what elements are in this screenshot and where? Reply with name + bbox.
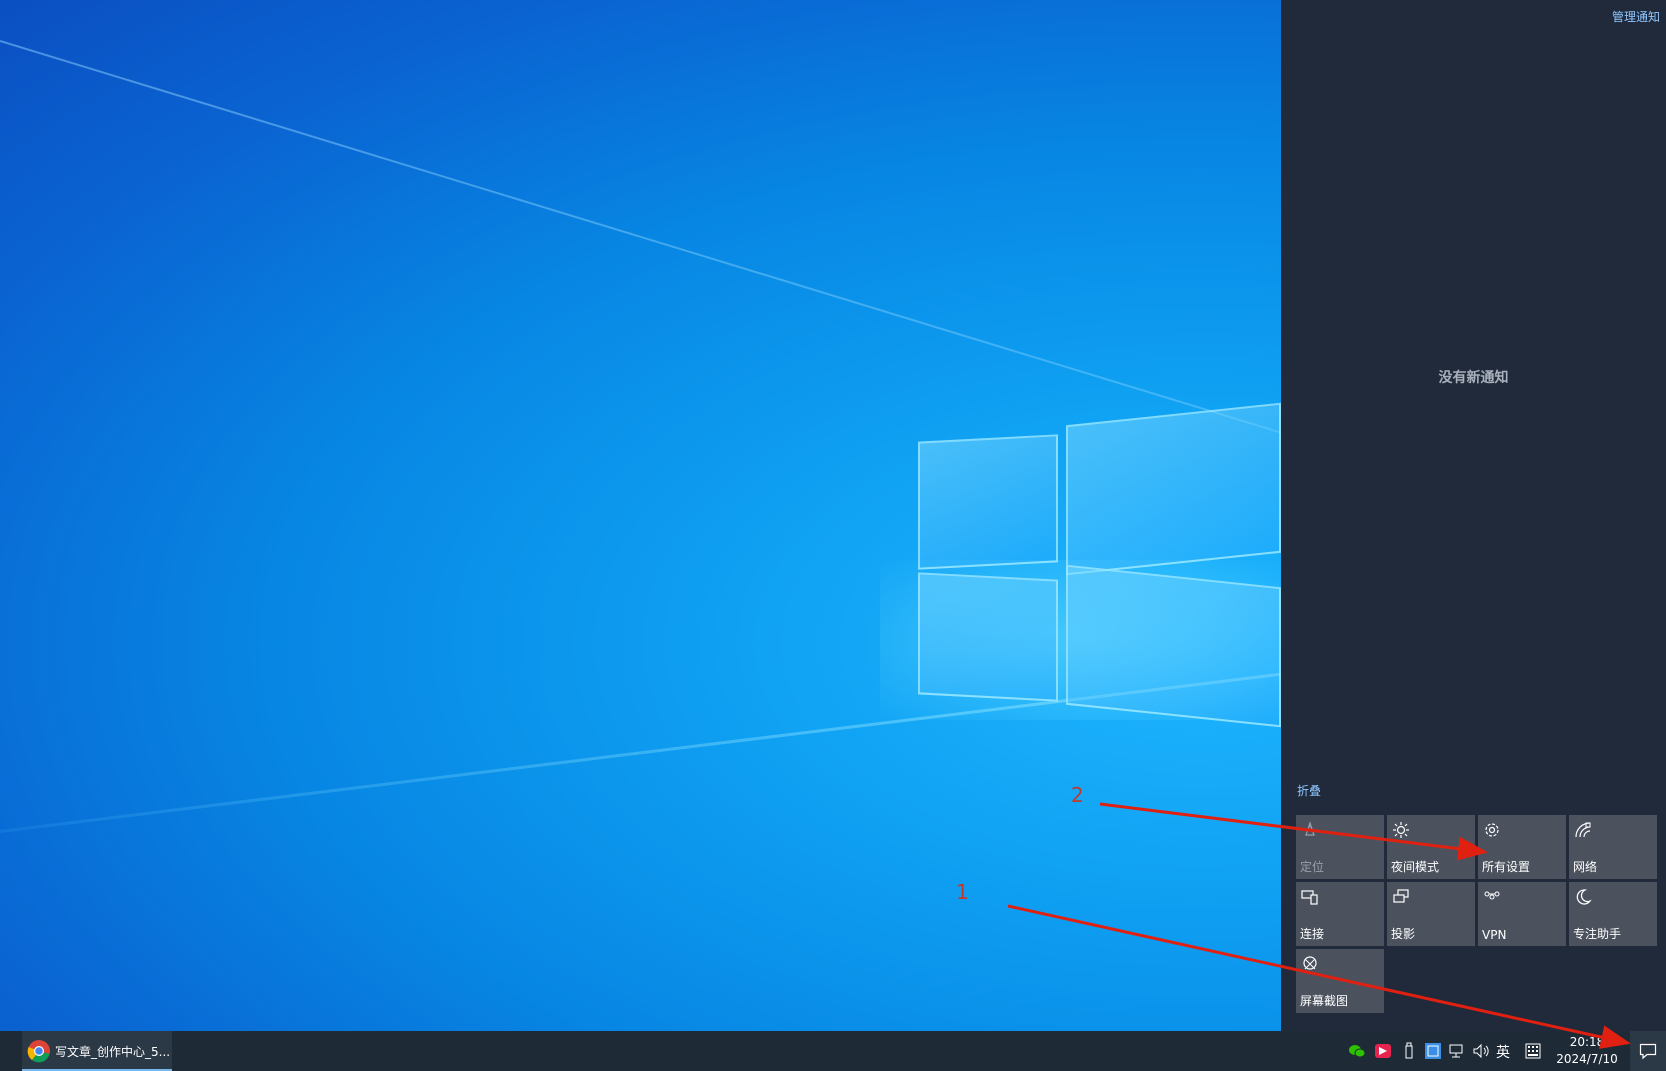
volume-icon[interactable] [1472, 1042, 1490, 1060]
quick-action-label: 所有设置 [1482, 860, 1531, 874]
location-icon [1301, 821, 1319, 839]
project-icon [1392, 888, 1410, 906]
windows-logo-pane [918, 434, 1058, 570]
quick-action-label: 屏幕截图 [1300, 994, 1349, 1008]
clock-date: 2024/7/10 [1556, 1052, 1618, 1066]
taskbar-app-chrome[interactable]: 写文章_创作中心_5... [22, 1031, 172, 1071]
quick-action-vpn[interactable]: VPN [1478, 882, 1566, 946]
taskbar: 写文章_创作中心_5... 英 20:18 2024/7/10 [0, 1031, 1666, 1071]
connect-icon [1301, 888, 1319, 906]
ime-language-indicator[interactable]: 英 [1496, 1042, 1510, 1062]
quick-action-label: 定位 [1300, 860, 1325, 874]
quick-action-label: 专注助手 [1573, 927, 1622, 941]
quick-action-connect[interactable]: 连接 [1296, 882, 1384, 946]
action-center-button[interactable] [1630, 1031, 1666, 1071]
taskbar-app-label: 写文章_创作中心_5... [55, 1045, 171, 1059]
app-tray-icon-2[interactable] [1424, 1042, 1442, 1060]
quick-action-label: 投影 [1391, 927, 1416, 941]
network-tray-icon[interactable] [1448, 1042, 1466, 1060]
app-tray-icon[interactable] [1374, 1042, 1392, 1060]
annotation-label-2: 2 [1071, 783, 1084, 807]
quick-action-focus-assist[interactable]: 专注助手 [1569, 882, 1657, 946]
quick-action-project[interactable]: 投影 [1387, 882, 1475, 946]
clock-time: 20:18 [1569, 1035, 1605, 1049]
action-center-panel: 管理通知 没有新通知 折叠 定位 夜间模式 所有设置 网络 连接 投影 VPN … [1281, 0, 1666, 1031]
ime-grid-icon[interactable] [1524, 1042, 1542, 1060]
notification-icon [1639, 1043, 1657, 1060]
night-light-icon [1392, 821, 1410, 839]
focus-assist-icon [1574, 888, 1592, 906]
quick-action-label: 网络 [1573, 860, 1598, 874]
windows-logo-pane [1066, 564, 1281, 728]
wallpaper-light-beam [0, 40, 1340, 452]
taskbar-clock[interactable]: 20:18 2024/7/10 [1552, 1034, 1622, 1068]
quick-action-label: VPN [1482, 928, 1507, 942]
gear-icon [1483, 821, 1501, 839]
annotation-label-1: 1 [956, 880, 969, 904]
collapse-link[interactable]: 折叠 [1297, 782, 1321, 799]
quick-action-location[interactable]: 定位 [1296, 815, 1384, 879]
windows-logo-pane [918, 572, 1058, 702]
vpn-icon [1483, 888, 1501, 906]
quick-action-all-settings[interactable]: 所有设置 [1478, 815, 1566, 879]
windows-logo-pane [1066, 402, 1281, 576]
quick-action-screen-snip[interactable]: 屏幕截图 [1296, 949, 1384, 1013]
wechat-icon[interactable] [1348, 1042, 1366, 1060]
usb-icon[interactable] [1400, 1042, 1418, 1060]
no-notifications-message: 没有新通知 [1438, 370, 1509, 386]
quick-action-label: 夜间模式 [1391, 860, 1440, 874]
chrome-icon [27, 1039, 51, 1063]
manage-notifications-link[interactable]: 管理通知 [1612, 8, 1660, 25]
quick-action-network[interactable]: 网络 [1569, 815, 1657, 879]
quick-action-night-light[interactable]: 夜间模式 [1387, 815, 1475, 879]
network-icon [1574, 821, 1592, 839]
quick-action-label: 连接 [1300, 927, 1325, 941]
screen-snip-icon [1301, 955, 1319, 973]
